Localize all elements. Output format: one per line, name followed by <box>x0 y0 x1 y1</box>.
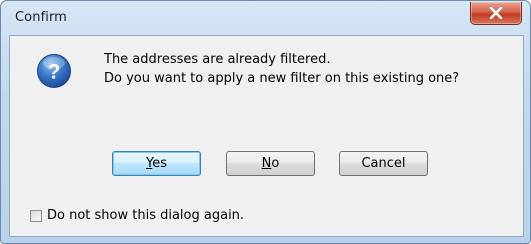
message-text: The addresses are already filtered. Do y… <box>104 50 459 88</box>
close-button[interactable] <box>470 2 522 25</box>
yes-label-rest: es <box>152 156 167 171</box>
window-title: Confirm <box>15 10 67 25</box>
dialog-body: ? The addresses are already filtered. Do… <box>9 35 524 237</box>
close-icon <box>489 7 503 19</box>
dont-show-again-checkbox[interactable] <box>30 209 42 222</box>
message-line-2: Do you want to apply a new filter on thi… <box>104 71 460 86</box>
dont-show-again-option[interactable]: Do not show this dialog again. <box>30 208 244 223</box>
dont-show-again-label[interactable]: Do not show this dialog again. <box>47 208 244 223</box>
svg-text:?: ? <box>48 61 61 84</box>
message-line-1: The addresses are already filtered. <box>104 52 331 67</box>
cancel-button[interactable]: Cancel <box>339 151 428 176</box>
question-icon: ? <box>36 53 72 89</box>
no-label-rest: o <box>271 156 280 171</box>
no-access-key: N <box>261 156 272 171</box>
yes-button[interactable]: Yes <box>112 151 201 176</box>
title-bar[interactable]: Confirm <box>1 1 530 35</box>
confirm-dialog: Confirm ? The addresses are already filt… <box>0 0 531 244</box>
no-button[interactable]: No <box>226 151 315 176</box>
